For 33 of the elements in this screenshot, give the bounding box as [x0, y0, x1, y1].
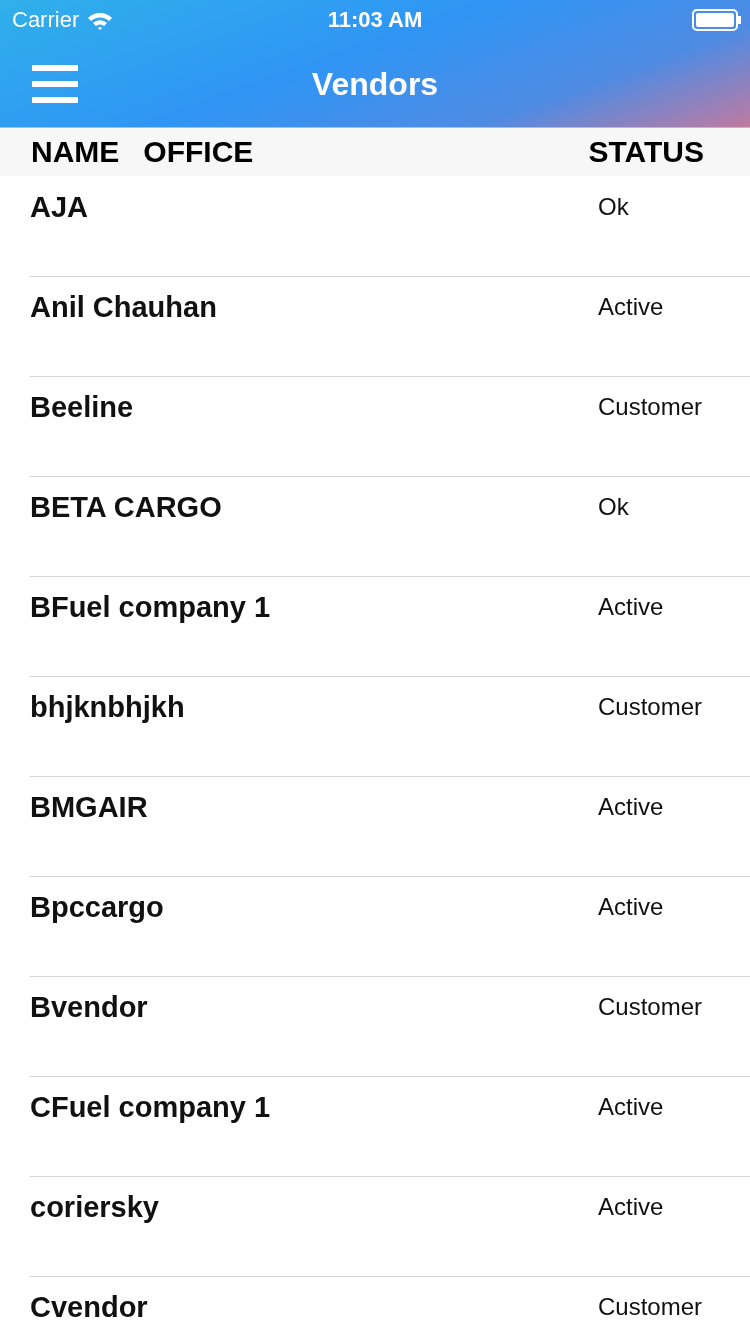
vendor-name[interactable]: bhjknbhjkh [30, 691, 598, 724]
vendor-status: Active [598, 1092, 665, 1121]
vendor-name[interactable]: Bvendor [30, 991, 598, 1024]
vendor-status: Customer [598, 992, 704, 1021]
vendor-status: Customer [598, 392, 704, 421]
menu-icon[interactable] [32, 65, 78, 103]
column-header: NAME [31, 135, 120, 169]
vendor-status: Customer [598, 692, 704, 721]
vendor-status: Ok [598, 192, 630, 221]
vendor-name[interactable]: BFuel company 1 [30, 591, 598, 624]
page-title: Vendors [311, 65, 439, 103]
vendor-status: Active [598, 292, 665, 321]
vendor-name[interactable]: Bpccargo [30, 891, 598, 924]
vendor-status: Active [598, 792, 665, 821]
vendor-name[interactable]: AJA [30, 191, 598, 224]
vendor-status: Customer [598, 1292, 704, 1321]
vendor-name[interactable]: Cvendor [30, 1291, 598, 1324]
vendor-status: Active [598, 592, 665, 621]
vendor-name[interactable]: Beeline [30, 391, 598, 424]
vendor-name[interactable]: Anil Chauhan [30, 291, 598, 324]
vendor-status: Ok [598, 492, 630, 521]
vendor-status: Active [598, 892, 665, 921]
battery-icon [692, 9, 742, 31]
vendor-name[interactable]: BETA CARGO [30, 491, 598, 524]
vendor-status: Active [598, 1192, 665, 1221]
column-header: STATUS [588, 135, 704, 169]
vendor-name[interactable]: CFuel company 1 [30, 1091, 598, 1124]
column-header: OFFICE [143, 135, 254, 169]
clock-time: 11:03 AM [327, 7, 423, 33]
vendor-name[interactable]: BMGAIR [30, 791, 598, 824]
vendor-name[interactable]: coriersky [30, 1191, 598, 1224]
wifi-icon [87, 10, 114, 30]
carrier-label: Carrier [12, 7, 80, 33]
